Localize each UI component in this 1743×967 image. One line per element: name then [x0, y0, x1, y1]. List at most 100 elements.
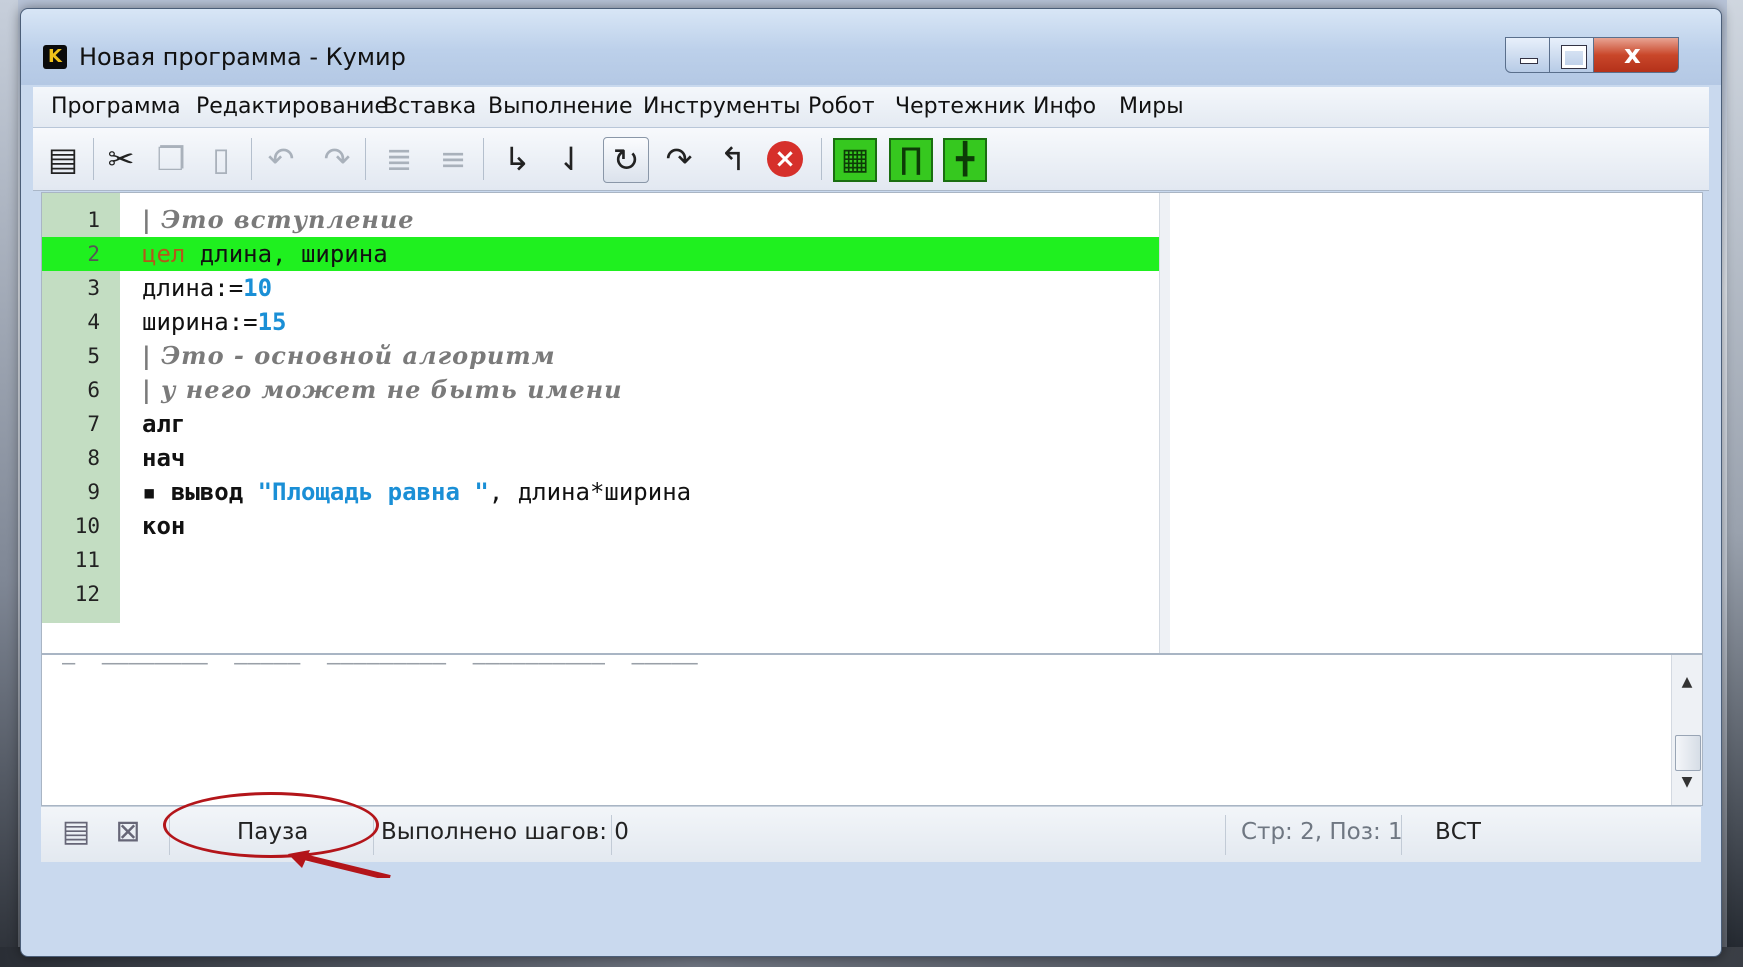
- minimize-icon: [1520, 58, 1538, 64]
- status-steps: Выполнено шагов: 0: [381, 819, 629, 845]
- code-text: алг: [142, 407, 185, 441]
- code-area[interactable]: 1 | Это вступление 2 цел длина, ширина 3 длин…: [42, 203, 1159, 623]
- desktop-background-right: [1727, 0, 1743, 967]
- menu-edit[interactable]: Редактирование: [196, 94, 388, 119]
- line-number: 5: [87, 344, 100, 368]
- code-text: | у него может не быть имени: [142, 373, 623, 407]
- code-token: ширина:=: [142, 308, 258, 336]
- unindent-icon[interactable]: ≡: [431, 137, 475, 181]
- kumir-app-icon: K: [43, 45, 67, 69]
- minimize-button[interactable]: [1505, 37, 1551, 73]
- code-token: ▪: [142, 478, 171, 506]
- close-icon: x: [1624, 40, 1641, 70]
- output-console[interactable]: – –––––––– ––––– ––––––––– –––––––––– ––…: [41, 651, 1703, 806]
- scroll-thumb[interactable]: [1675, 735, 1701, 771]
- code-line[interactable]: 11: [42, 543, 1159, 577]
- scroll-up-icon[interactable]: ▲: [1672, 667, 1702, 697]
- painter-icon[interactable]: ∏: [889, 138, 933, 182]
- code-token: 15: [257, 308, 287, 336]
- title-bar[interactable]: K Новая программа - Кумир x: [21, 9, 1721, 85]
- code-token: цел: [142, 240, 186, 268]
- copy-icon[interactable]: ❐: [149, 137, 193, 181]
- line-number: 11: [74, 548, 100, 572]
- run-icon[interactable]: ↳: [495, 137, 539, 181]
- code-editor[interactable]: 1 | Это вступление 2 цел длина, ширина 3 длин…: [41, 192, 1703, 654]
- grid-icon[interactable]: ╋: [943, 138, 987, 182]
- maximize-icon: [1561, 45, 1587, 69]
- stop-icon[interactable]: ×: [767, 141, 803, 177]
- menu-tools[interactable]: Инструменты: [643, 94, 800, 119]
- code-text: | Это вступление: [142, 203, 415, 237]
- status-insert-mode: ВСТ: [1435, 819, 1481, 845]
- cut-icon[interactable]: ✂: [99, 137, 143, 181]
- step-over-icon[interactable]: ↻: [603, 137, 649, 183]
- save-icon[interactable]: ▤: [41, 137, 85, 181]
- code-text: кон: [142, 509, 185, 543]
- close-button[interactable]: x: [1593, 37, 1679, 73]
- toolbar: ▤ ✂ ❐ ▯ ↶ ↷ ≣ ≡ ↳ ⇃ ↻ ↷ ↰ × ▦ ∏ ╋: [33, 128, 1709, 191]
- robot-field-icon[interactable]: ▦: [833, 138, 877, 182]
- clear-console-icon[interactable]: ⊠: [111, 815, 145, 849]
- console-scrollbar[interactable]: ▲ ▼: [1671, 655, 1702, 805]
- toolbar-separator: [365, 138, 366, 180]
- line-number: 3: [87, 276, 100, 300]
- code-token: вывод: [170, 478, 244, 506]
- line-number: 7: [87, 412, 100, 436]
- line-number: 12: [74, 582, 100, 606]
- console-text: – –––––––– ––––– ––––––––– –––––––––– ––…: [62, 651, 698, 676]
- code-token: | Это - основной алгоритм: [142, 341, 556, 370]
- toolbar-separator: [483, 138, 484, 180]
- code-line[interactable]: 10 кон: [42, 509, 1159, 543]
- code-token: длина:=: [142, 274, 244, 302]
- line-number: 6: [87, 378, 100, 402]
- side-panel: [1170, 193, 1702, 653]
- code-text: нач: [142, 441, 185, 475]
- code-line[interactable]: 6 | у него может не быть имени: [42, 373, 1159, 407]
- redo-icon[interactable]: ↷: [315, 137, 359, 181]
- code-token: | Это вступление: [142, 205, 415, 234]
- menu-insert[interactable]: Вставка: [383, 94, 476, 119]
- line-number: 10: [74, 514, 100, 538]
- code-token: длина, ширина: [185, 240, 388, 268]
- code-token: "Площадь равна ": [257, 478, 489, 506]
- menu-bar: Программа Редактирование Вставка Выполне…: [33, 87, 1709, 128]
- code-line[interactable]: 12: [42, 577, 1159, 611]
- code-line[interactable]: 4 ширина:=15: [42, 305, 1159, 339]
- paste-icon[interactable]: ▯: [199, 137, 243, 181]
- menu-worlds[interactable]: Миры: [1119, 94, 1184, 119]
- code-line[interactable]: 5 | Это - основной алгоритм: [42, 339, 1159, 373]
- indent-icon[interactable]: ≣: [377, 137, 421, 181]
- code-text: ширина:=15: [142, 305, 287, 339]
- code-token: | у него может не быть имени: [142, 375, 623, 404]
- code-text: | Это - основной алгоритм: [142, 339, 556, 373]
- menu-draftsman[interactable]: Чертежник: [895, 94, 1026, 119]
- step-out-icon[interactable]: ↰: [711, 137, 755, 181]
- code-line[interactable]: 7 алг: [42, 407, 1159, 441]
- desktop-background-left: [0, 0, 18, 967]
- menu-program[interactable]: Программа: [51, 94, 181, 119]
- undo-icon[interactable]: ↶: [259, 137, 303, 181]
- code-line[interactable]: 2 цел длина, ширина: [42, 237, 1159, 271]
- code-line[interactable]: 8 нач: [42, 441, 1159, 475]
- status-divider: [1401, 815, 1402, 855]
- window-title: Новая программа - Кумир: [79, 43, 406, 71]
- code-token: , длина*ширина: [488, 478, 692, 506]
- code-line[interactable]: 1 | Это вступление: [42, 203, 1159, 237]
- code-line[interactable]: 3 длина:=10: [42, 271, 1159, 305]
- toolbar-separator: [251, 138, 252, 180]
- code-line[interactable]: 9 ▪ вывод "Площадь равна ", длина*ширина: [42, 475, 1159, 509]
- menu-robot[interactable]: Робот: [808, 94, 875, 119]
- line-number: 8: [87, 446, 100, 470]
- menu-run[interactable]: Выполнение: [488, 94, 633, 119]
- save-console-icon[interactable]: ▤: [59, 815, 93, 849]
- maximize-button[interactable]: [1549, 37, 1595, 73]
- menu-info[interactable]: Инфо: [1033, 94, 1096, 119]
- step-next-icon[interactable]: ↷: [657, 137, 701, 181]
- line-number: 2: [87, 242, 100, 266]
- step-into-icon[interactable]: ⇃: [549, 137, 593, 181]
- status-divider: [611, 815, 612, 855]
- toolbar-separator: [93, 138, 94, 180]
- code-text: ▪ вывод "Площадь равна ", длина*ширина: [142, 475, 691, 509]
- scroll-down-icon[interactable]: ▼: [1672, 767, 1702, 797]
